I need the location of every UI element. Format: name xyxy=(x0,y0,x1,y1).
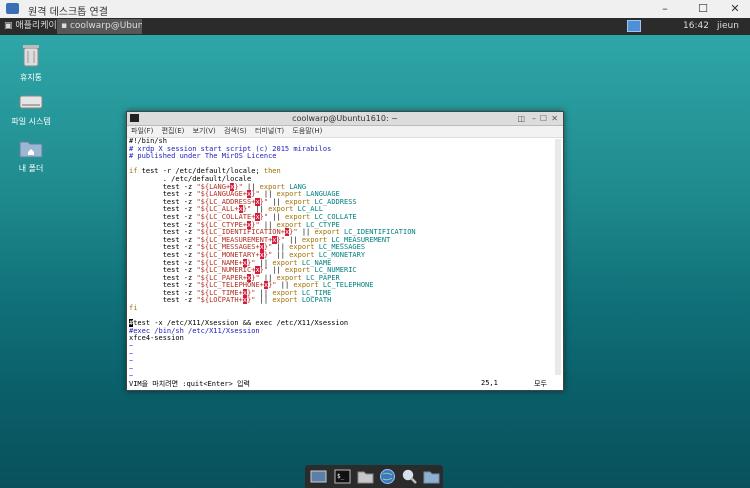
svg-text:$_: $_ xyxy=(337,473,345,480)
desktop-icon-home[interactable]: 내 폴더 xyxy=(6,138,56,174)
terminal-menubar: 파일(F) 편집(E) 보기(V) 검색(S) 터미널(T) 도움말(H) xyxy=(127,126,563,138)
menu-search[interactable]: 검색(S) xyxy=(224,127,247,135)
terminal-close-icon[interactable]: ✕ xyxy=(551,112,558,125)
user-menu[interactable]: jieun xyxy=(717,20,739,33)
workspace-switcher[interactable] xyxy=(627,20,641,32)
close-icon[interactable]: ✕ xyxy=(720,1,750,17)
applications-menu[interactable]: ▣ 애플리케이션 xyxy=(4,20,65,33)
menu-terminal[interactable]: 터미널(T) xyxy=(255,127,284,135)
file-manager-icon[interactable] xyxy=(357,468,374,485)
vim-cursor-position: 25,1 xyxy=(481,379,498,387)
menu-help[interactable]: 도움말(H) xyxy=(292,127,322,135)
terminal-content[interactable]: #!/bin/sh # xrdp X session start script … xyxy=(127,137,563,380)
drive-icon xyxy=(19,95,43,109)
taskbar-terminal[interactable]: ▪ coolwarp@Ubuntu16 xyxy=(57,19,142,34)
terminal-titlebar[interactable]: coolwarp@Ubuntu1610: ~ ◫ – ☐ ✕ xyxy=(127,112,563,126)
desktop-icon-label: 파일 시스템 xyxy=(11,117,51,126)
vim-statusline: VIM을 마치려면 :quit<Enter> 입력 25,1 모두 xyxy=(129,379,559,389)
desktop-icon-filesystem[interactable]: 파일 시스템 xyxy=(6,93,56,127)
desktop-icon-label: 휴지통 xyxy=(19,73,43,82)
folder-launcher-icon[interactable] xyxy=(423,468,440,485)
search-icon[interactable] xyxy=(401,468,418,485)
desktop-icon-label: 내 폴더 xyxy=(18,164,44,173)
rdp-window-titlebar: 원격 데스크톱 연결 – ☐ ✕ xyxy=(0,0,750,19)
maximize-icon[interactable]: ☐ xyxy=(688,1,718,17)
vim-scroll-position: 모두 xyxy=(534,380,547,388)
terminal-launcher-icon[interactable]: $_ xyxy=(334,468,351,485)
web-browser-icon[interactable] xyxy=(379,468,396,485)
terminal-title: coolwarp@Ubuntu1610: ~ xyxy=(292,114,398,123)
rdp-app-icon xyxy=(6,3,19,14)
terminal-icon xyxy=(130,114,139,122)
show-desktop-icon[interactable] xyxy=(310,468,327,485)
top-panel: ▣ 애플리케이션 ▪ coolwarp@Ubuntu16 16:42 jieun xyxy=(0,18,750,35)
terminal-minimize-icon[interactable]: – xyxy=(532,112,536,125)
terminal-maximize-icon[interactable]: ☐ xyxy=(540,112,547,125)
menu-view[interactable]: 보기(V) xyxy=(193,127,216,135)
taskbar-terminal-label: coolwarp@Ubuntu16 xyxy=(69,21,142,31)
terminal-restore-icon[interactable]: ◫ xyxy=(517,112,525,125)
clock: 16:42 xyxy=(683,21,709,31)
menu-edit[interactable]: 편집(E) xyxy=(162,127,185,135)
rdp-window-title: 원격 데스크톱 연결 xyxy=(28,7,108,18)
terminal-scrollbar[interactable] xyxy=(555,139,561,375)
vim-buffer: #!/bin/sh # xrdp X session start script … xyxy=(129,137,416,381)
folder-icon xyxy=(19,141,43,158)
vim-status-message: VIM을 마치려면 :quit<Enter> 입력 xyxy=(129,380,250,388)
desktop: 휴지통 파일 시스템 내 폴더 coolwarp@Ubuntu1610: ~ ◫… xyxy=(0,35,750,488)
dock: $_ xyxy=(305,465,443,488)
menu-file[interactable]: 파일(F) xyxy=(131,127,153,135)
minimize-icon[interactable]: – xyxy=(650,1,680,17)
trash-icon xyxy=(23,45,39,67)
desktop-icon-trash[interactable]: 휴지통 xyxy=(6,43,56,83)
terminal-window[interactable]: coolwarp@Ubuntu1610: ~ ◫ – ☐ ✕ 파일(F) 편집(… xyxy=(126,111,564,391)
